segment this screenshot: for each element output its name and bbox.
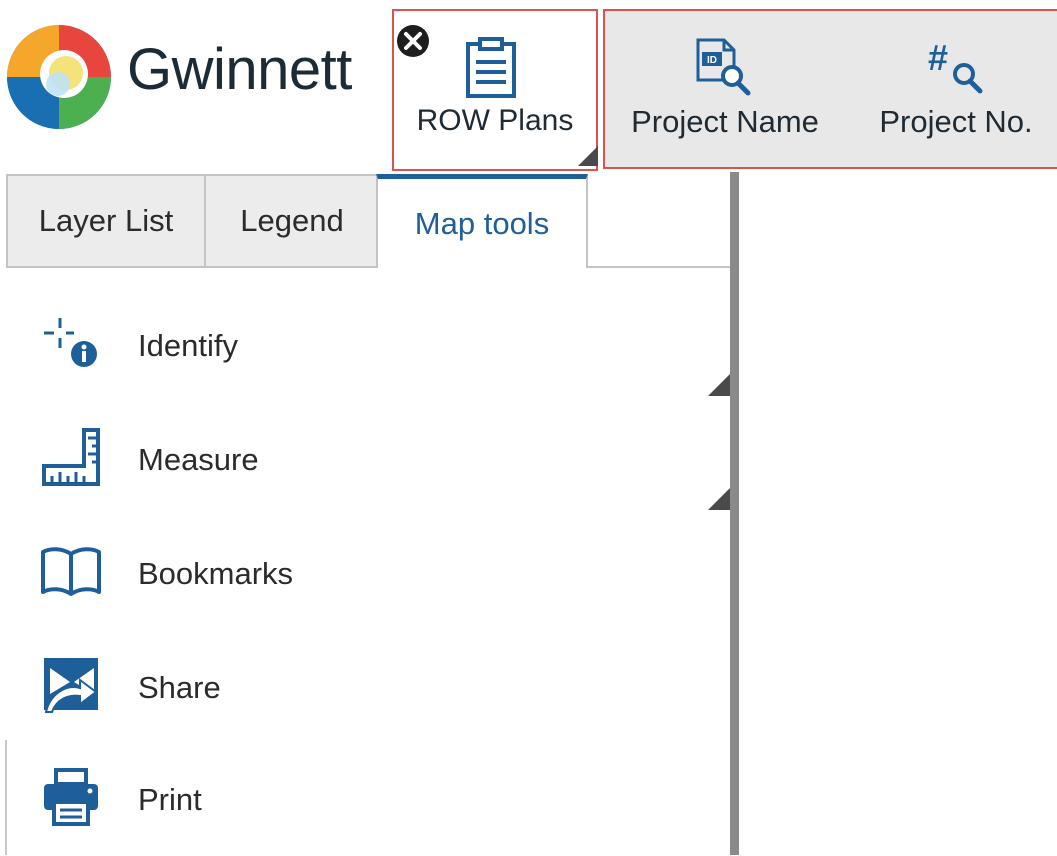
project-number-search-icon[interactable]: # bbox=[924, 36, 988, 96]
book-icon bbox=[41, 547, 101, 596]
panel-left-edge bbox=[5, 740, 7, 855]
project-name-search-icon[interactable]: ID bbox=[690, 36, 754, 96]
project-number-button[interactable]: Project No. bbox=[868, 104, 1044, 140]
svg-text:#: # bbox=[928, 37, 948, 78]
expand-arrow-icon[interactable] bbox=[708, 374, 730, 396]
ruler-icon bbox=[42, 428, 100, 486]
row-plans-label: ROW Plans bbox=[416, 104, 574, 137]
printer-icon bbox=[44, 768, 98, 826]
panel-corner-indicator bbox=[578, 146, 598, 166]
project-name-button[interactable]: Project Name bbox=[620, 104, 830, 140]
tab-legend[interactable]: Legend bbox=[204, 174, 380, 266]
share-icon bbox=[44, 658, 98, 713]
map-canvas[interactable] bbox=[739, 172, 1057, 855]
expand-arrow-icon[interactable] bbox=[708, 488, 730, 510]
project-search-group bbox=[603, 9, 1057, 169]
tool-label: Measure bbox=[138, 442, 259, 477]
identify-icon bbox=[44, 318, 97, 367]
gwinnett-logo-icon bbox=[7, 25, 111, 129]
tab-map-tools[interactable]: Map tools bbox=[376, 174, 588, 268]
tool-item-identify[interactable]: Identify bbox=[0, 292, 730, 402]
logo-text: Gwinnett bbox=[127, 37, 352, 102]
tab-layer-list[interactable]: Layer List bbox=[6, 174, 206, 266]
tool-label: Print bbox=[138, 782, 202, 817]
tool-label: Share bbox=[138, 670, 221, 705]
tool-item-print[interactable]: Print bbox=[0, 746, 730, 856]
clipboard-icon bbox=[466, 37, 516, 98]
tool-item-measure[interactable]: Measure bbox=[0, 406, 730, 516]
tool-item-bookmarks[interactable]: Bookmarks bbox=[0, 520, 730, 630]
svg-text:ID: ID bbox=[707, 55, 717, 66]
tab-divider-line bbox=[588, 266, 732, 268]
tool-item-share[interactable]: Share bbox=[0, 634, 730, 744]
tool-label: Identify bbox=[138, 328, 238, 363]
tool-label: Bookmarks bbox=[138, 556, 294, 591]
close-icon[interactable] bbox=[396, 24, 430, 58]
panel-splitter[interactable] bbox=[730, 172, 739, 855]
